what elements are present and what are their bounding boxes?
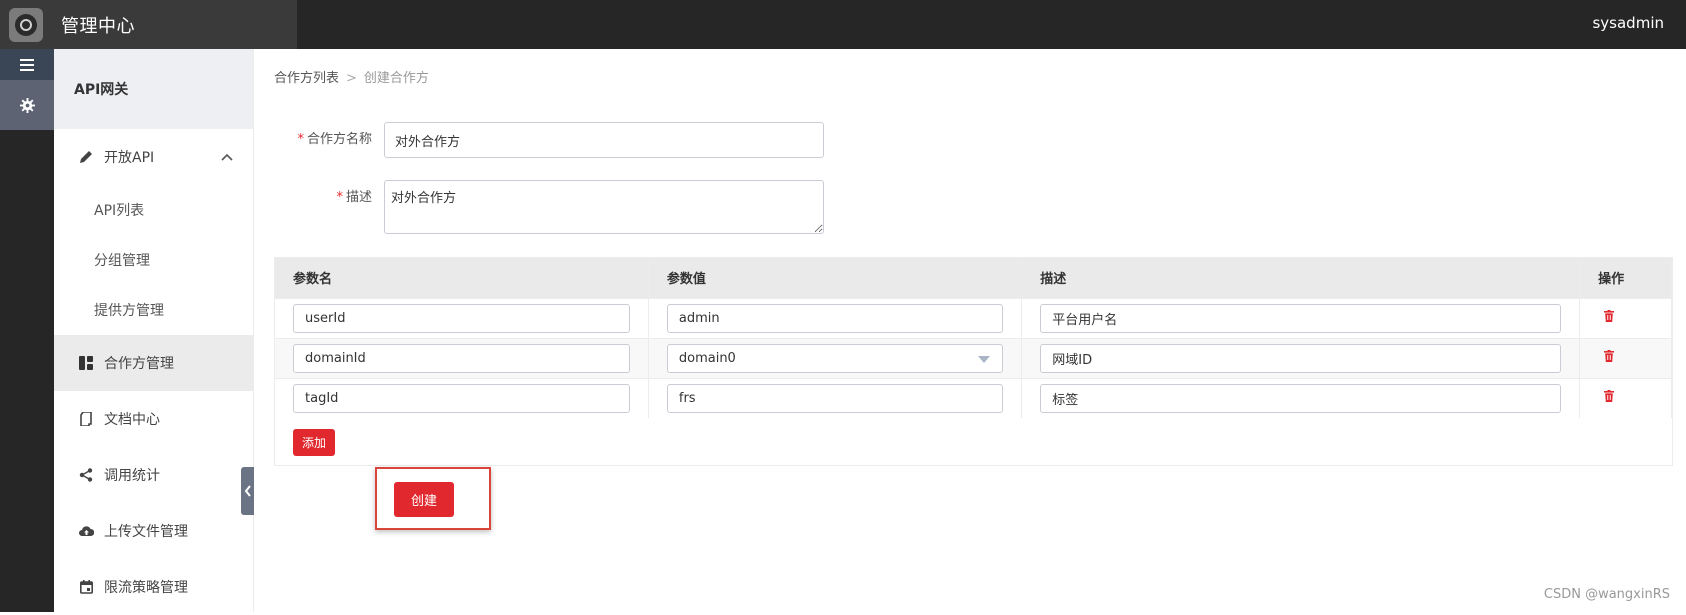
params-table: 参数名 参数值 描述 操作 userId admin 平台用户名 domainI… [275, 258, 1672, 418]
param-value-select[interactable]: domain0 [666, 343, 1004, 373]
sidebar-item-label: 文档中心 [104, 412, 160, 428]
table-row: domainId domain0 网域ID [275, 337, 1672, 378]
param-desc-input[interactable]: 平台用户名 [1040, 303, 1562, 333]
pencil-icon [78, 149, 94, 165]
table-row: userId admin 平台用户名 [275, 297, 1672, 338]
sidebar-collapse-button[interactable] [241, 467, 254, 515]
param-name-input[interactable]: domainId [293, 343, 630, 373]
add-param-button[interactable]: 添加 [293, 429, 335, 456]
required-mark: * [297, 132, 304, 147]
sidebar-item-label: 调用统计 [104, 468, 160, 484]
partner-name-label: * 合作方名称 [297, 132, 372, 147]
column-header-actions: 操作 [1579, 258, 1672, 298]
table-row: tagId frs 标签 [275, 377, 1672, 418]
breadcrumb-current: 创建合作方 [363, 71, 429, 86]
menu-toggle-button[interactable] [0, 49, 54, 80]
sidebar-item-provider-management[interactable]: 提供方管理 [54, 285, 253, 335]
user-menu[interactable]: sysadmin [1592, 14, 1664, 32]
table-header-row: 参数名 参数值 描述 操作 [275, 258, 1672, 298]
trash-icon[interactable] [1604, 390, 1615, 406]
share-icon [78, 467, 94, 483]
sidebar-item-label: 上传文件管理 [104, 524, 188, 540]
sidebar-item-label: API列表 [94, 203, 145, 219]
create-button[interactable]: 创建 [394, 482, 454, 517]
sidebar-item-rate-limit-policy[interactable]: 限流策略管理 [54, 559, 253, 615]
param-value-selected: domain0 [678, 350, 736, 366]
description-label: * 描述 [336, 190, 372, 205]
chevron-left-icon [244, 485, 251, 497]
chevron-up-icon [221, 149, 233, 165]
app-title: 管理中心 [61, 15, 135, 37]
grid-icon [78, 355, 94, 371]
breadcrumb-separator: > [346, 71, 357, 86]
caret-down-icon [978, 355, 991, 363]
hamburger-icon [20, 58, 34, 71]
document-icon [78, 411, 94, 427]
sidebar-item-call-statistics[interactable]: 调用统计 [54, 447, 253, 503]
trash-icon[interactable] [1604, 310, 1615, 326]
partner-name-input[interactable] [384, 122, 824, 158]
sidebar-item-group-management[interactable]: 分组管理 [54, 235, 253, 285]
param-value-input[interactable]: admin [666, 303, 1004, 333]
column-header-param-value: 参数值 [648, 258, 1023, 298]
param-desc-input[interactable]: 标签 [1040, 383, 1562, 413]
params-table-panel: 参数名 参数值 描述 操作 userId admin 平台用户名 domainI… [274, 257, 1673, 466]
breadcrumb: 合作方列表 > 创建合作方 [274, 67, 429, 86]
required-mark: * [336, 190, 343, 205]
form-row-partner-name: * 合作方名称 [274, 122, 824, 158]
sidebar-item-label: 开放API [104, 150, 155, 166]
brand: 管理中心 [0, 0, 297, 49]
sidebar-item-document-center[interactable]: 文档中心 [54, 391, 253, 447]
settings-rail-button[interactable] [0, 80, 54, 130]
form-row-description: * 描述 对外合作方 [274, 180, 824, 234]
column-header-description: 描述 [1021, 258, 1581, 298]
breadcrumb-link-partner-list[interactable]: 合作方列表 [274, 71, 339, 86]
calendar-icon [78, 579, 94, 595]
main-content: 合作方列表>创建合作方 *合作方名称 *描述 对外合作方 参数名 参数值 描述 … [254, 49, 1686, 612]
icon-rail [0, 49, 54, 612]
sidebar-item-partner-management[interactable]: 合作方管理 [54, 335, 253, 391]
top-bar: 管理中心 sysadmin [0, 0, 1686, 49]
cloud-upload-icon [78, 523, 94, 539]
sidebar-item-label: 合作方管理 [104, 356, 174, 372]
sidebar-section-title: API网关 [54, 49, 253, 129]
sidebar-item-label: 限流策略管理 [104, 580, 188, 596]
param-desc-input[interactable]: 网域ID [1040, 343, 1562, 373]
param-name-input[interactable]: userId [293, 303, 630, 333]
sidebar: API网关 开放API API列表 分组管理 提供方管理 合作方管理 文档中心 … [54, 49, 254, 612]
param-value-input[interactable]: frs [666, 383, 1004, 413]
sidebar-item-upload-file-management[interactable]: 上传文件管理 [54, 503, 253, 559]
trash-icon[interactable] [1604, 350, 1615, 366]
param-name-input[interactable]: tagId [293, 383, 630, 413]
gear-icon [19, 97, 35, 113]
sidebar-item-api-list[interactable]: API列表 [54, 185, 253, 235]
description-textarea[interactable]: 对外合作方 [384, 180, 824, 234]
watermark: CSDN @wangxinRS [1543, 587, 1670, 602]
column-header-param-name: 参数名 [275, 258, 649, 298]
logo-icon [9, 7, 43, 42]
sidebar-item-label: 分组管理 [94, 253, 150, 269]
sidebar-item-open-api[interactable]: 开放API [54, 129, 253, 185]
sidebar-item-label: 提供方管理 [94, 303, 164, 319]
